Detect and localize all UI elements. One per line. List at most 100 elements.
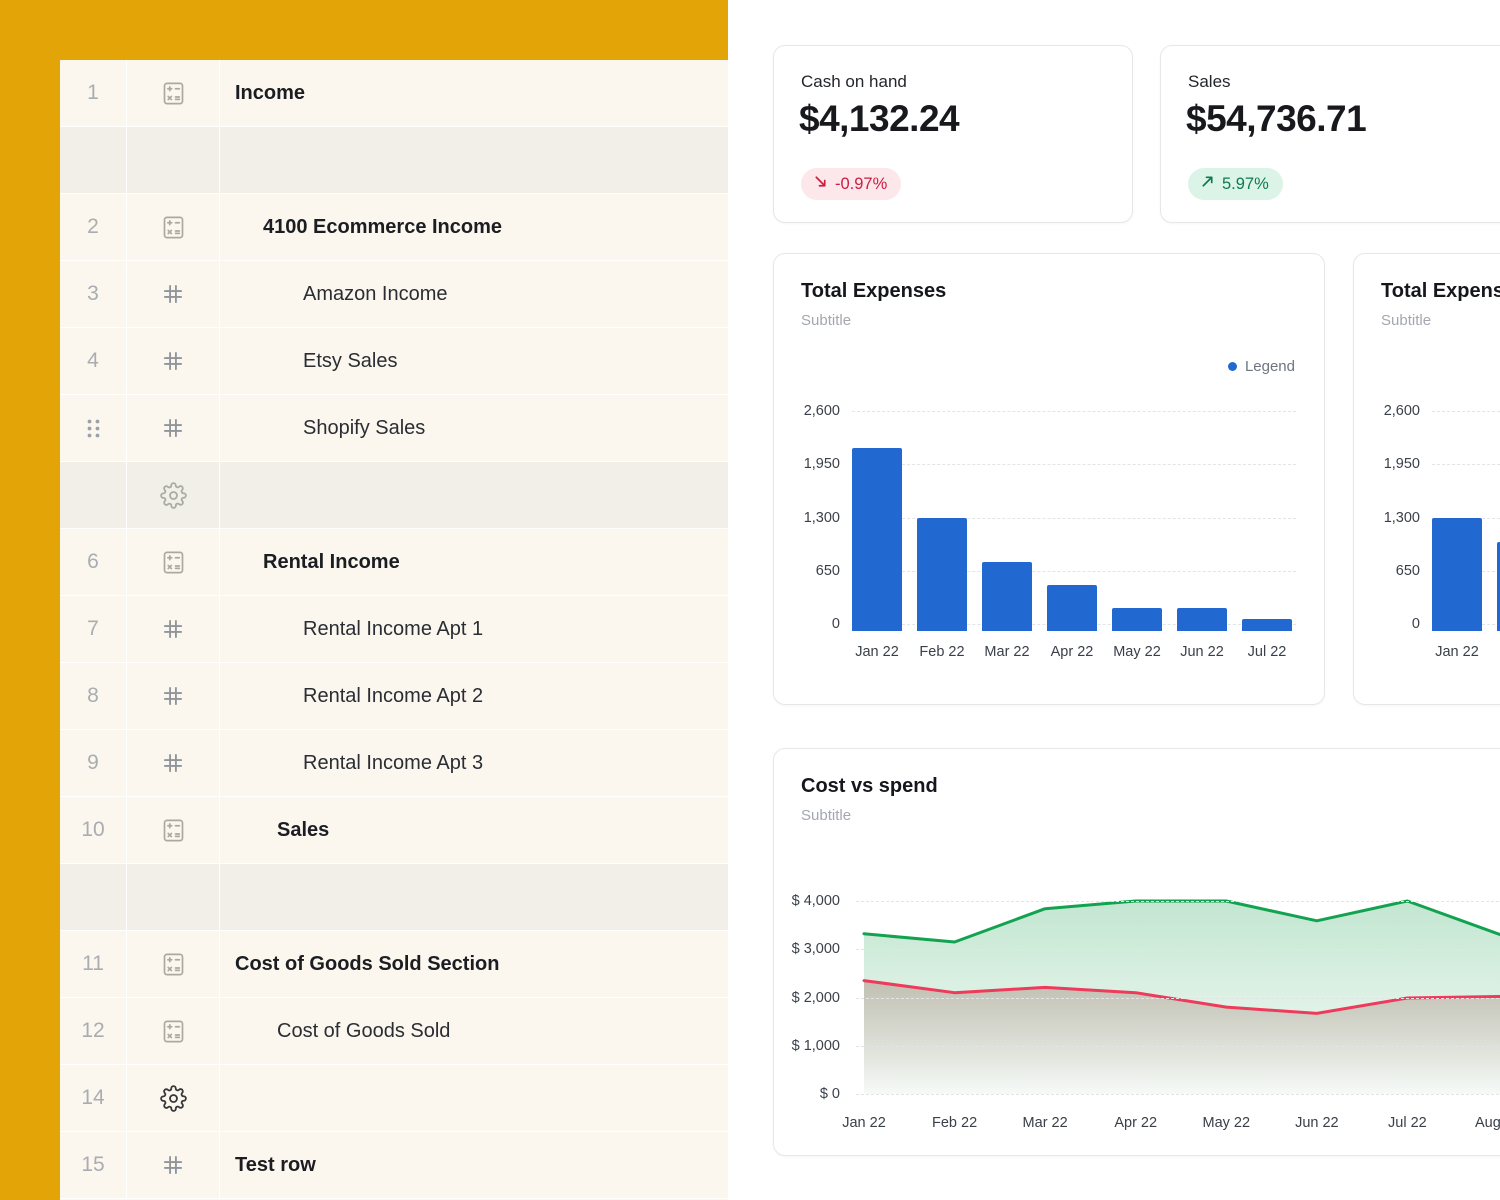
table-row[interactable]: 9 Rental Income Apt 3 — [60, 730, 728, 797]
row-label[interactable]: Cost of Goods Sold — [220, 998, 728, 1064]
row-number-cell: 15 — [60, 1132, 127, 1198]
x-tick-label: Apr 22 — [1037, 642, 1107, 662]
row-type-icon-cell — [127, 261, 220, 327]
table-row[interactable]: 7 Rental Income Apt 1 — [60, 596, 728, 663]
bar-mar-22 — [982, 562, 1032, 631]
x-tick-label: Jan 22 — [829, 1113, 899, 1133]
bar-feb-22 — [917, 518, 967, 632]
chart-legend[interactable]: Legend — [1228, 358, 1295, 375]
row-type-icon-cell — [127, 730, 220, 796]
row-type-icon-cell — [127, 797, 220, 863]
kpi-delta-value: 5.97% — [1222, 175, 1269, 194]
x-tick-label: Jul 22 — [1232, 642, 1302, 662]
table-row[interactable]: 11 Cost of Goods Sold Section — [60, 931, 728, 998]
row-number-cell — [60, 864, 127, 930]
bar-apr-22 — [1047, 585, 1097, 631]
table-row[interactable]: 15 Test row — [60, 1132, 728, 1199]
kpi-title: Cash on hand — [801, 72, 907, 92]
row-label[interactable] — [220, 127, 728, 193]
row-number-cell: 4 — [60, 328, 127, 394]
y-tick-label: 1,300 — [774, 509, 840, 527]
chart-subtitle: Subtitle — [1381, 312, 1431, 329]
gear-icon[interactable] — [160, 482, 187, 509]
gridline — [856, 1046, 1500, 1047]
row-number-cell: 11 — [60, 931, 127, 997]
y-tick-label: 650 — [1354, 562, 1420, 580]
row-label[interactable]: Rental Income — [220, 529, 728, 595]
hash-icon — [160, 348, 186, 374]
table-row[interactable]: 12 Cost of Goods Sold — [60, 998, 728, 1065]
hash-icon — [160, 616, 186, 642]
row-label[interactable]: Test row — [220, 1132, 728, 1198]
bar-jan-22 — [1432, 518, 1482, 632]
row-type-icon-cell — [127, 60, 220, 126]
y-tick-label: $ 0 — [774, 1085, 840, 1103]
calculator-icon — [160, 951, 187, 978]
kpi-title: Sales — [1188, 72, 1231, 92]
gridline — [1432, 464, 1500, 465]
y-tick-label: 0 — [774, 615, 840, 633]
chart-subtitle: Subtitle — [801, 312, 851, 329]
table-row[interactable]: 3 Amazon Income — [60, 261, 728, 328]
hash-icon — [160, 1152, 186, 1178]
table-row[interactable]: 4 Etsy Sales — [60, 328, 728, 395]
row-label[interactable]: Rental Income Apt 2 — [220, 663, 728, 729]
gear-icon[interactable] — [160, 1085, 187, 1112]
kpi-value: $54,736.71 — [1186, 98, 1366, 140]
gridline — [852, 411, 1296, 412]
total-expenses-chart-card: Total Expenses Subtitle Legend 2,6001,95… — [773, 253, 1325, 705]
row-label[interactable]: Cost of Goods Sold Section — [220, 931, 728, 997]
row-type-icon-cell — [127, 596, 220, 662]
row-label[interactable]: Sales — [220, 797, 728, 863]
table-row[interactable]: 6 Rental Income — [60, 529, 728, 596]
row-number-cell — [60, 462, 127, 528]
table-row[interactable] — [60, 864, 728, 931]
row-label[interactable] — [220, 1065, 728, 1131]
table-row[interactable] — [60, 127, 728, 194]
sheet-table: 1 Income 2 4100 Ecommerce Income 3 Amazo… — [60, 60, 728, 1200]
calculator-icon — [160, 214, 187, 241]
row-label[interactable]: Shopify Sales — [220, 395, 728, 461]
table-row[interactable]: 10 Sales — [60, 797, 728, 864]
row-label[interactable]: Amazon Income — [220, 261, 728, 327]
table-row[interactable]: 14 — [60, 1065, 728, 1132]
y-tick-label: 650 — [774, 562, 840, 580]
x-tick-label: Mar 22 — [972, 642, 1042, 662]
calculator-icon — [160, 1018, 187, 1045]
row-type-icon-cell — [127, 663, 220, 729]
x-tick-label: Feb 22 — [907, 642, 977, 662]
kpi-value: $4,132.24 — [799, 98, 959, 140]
row-label[interactable]: Rental Income Apt 1 — [220, 596, 728, 662]
legend-dot-icon — [1228, 362, 1237, 371]
kpi-delta-badge: -0.97% — [801, 168, 901, 200]
gridline — [856, 949, 1500, 950]
row-type-icon-cell — [127, 127, 220, 193]
x-tick-label: Jul 22 — [1372, 1113, 1442, 1133]
total-expenses-chart-card-2: Total Expenses Subtitle 2,6001,9501,3006… — [1353, 253, 1500, 705]
table-row[interactable] — [60, 462, 728, 529]
y-tick-label: $ 3,000 — [774, 940, 840, 958]
table-row[interactable]: 2 4100 Ecommerce Income — [60, 194, 728, 261]
x-tick-label: Apr 22 — [1101, 1113, 1171, 1133]
row-label[interactable]: Income — [220, 60, 728, 126]
row-label[interactable] — [220, 462, 728, 528]
row-label[interactable]: Rental Income Apt 3 — [220, 730, 728, 796]
table-row[interactable]: 8 Rental Income Apt 2 — [60, 663, 728, 730]
hash-icon — [160, 281, 186, 307]
row-label[interactable] — [220, 864, 728, 930]
chart-title: Cost vs spend — [801, 775, 938, 798]
row-number-cell: 7 — [60, 596, 127, 662]
y-tick-label: 1,950 — [774, 455, 840, 473]
drag-handle-icon[interactable] — [85, 417, 102, 440]
table-row[interactable]: 1 Income — [60, 60, 728, 127]
row-label[interactable]: Etsy Sales — [220, 328, 728, 394]
y-tick-label: $ 1,000 — [774, 1037, 840, 1055]
row-label[interactable]: 4100 Ecommerce Income — [220, 194, 728, 260]
bar-jun-22 — [1177, 608, 1227, 631]
x-tick-label: May 22 — [1102, 642, 1172, 662]
bar-jan-22 — [852, 448, 902, 631]
row-number-cell: 14 — [60, 1065, 127, 1131]
row-type-icon-cell — [127, 462, 220, 528]
row-type-icon-cell — [127, 931, 220, 997]
table-row[interactable]: Shopify Sales — [60, 395, 728, 462]
